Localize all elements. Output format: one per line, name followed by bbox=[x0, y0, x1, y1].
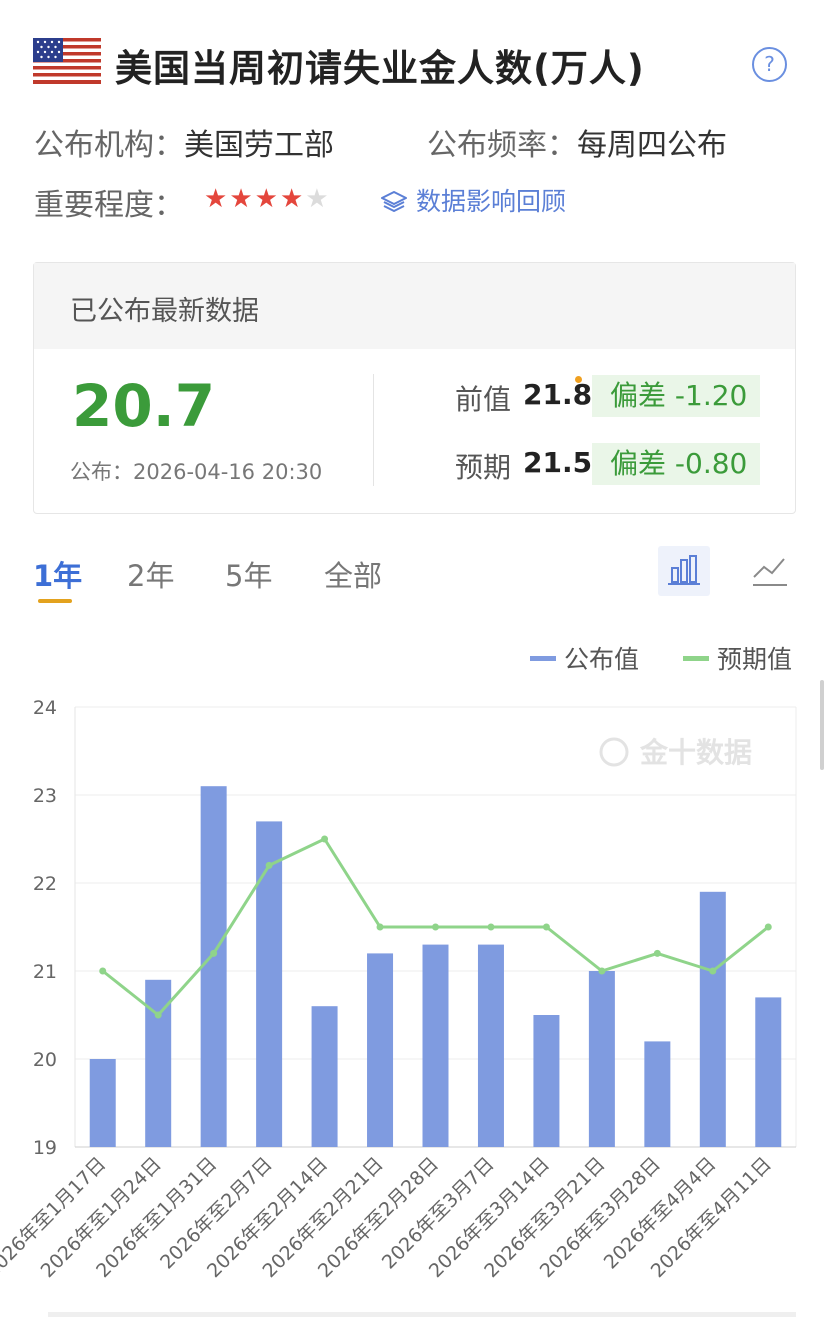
bar bbox=[477, 944, 504, 1147]
expected-point bbox=[487, 923, 495, 931]
tab-all[interactable]: 全部 bbox=[324, 553, 382, 595]
freq-label: 公布频率： bbox=[427, 128, 577, 163]
publish-time: 公布：2026-04-16 20:30 bbox=[70, 460, 323, 484]
legend-expected-swatch bbox=[683, 656, 709, 661]
expected-label: 预期 bbox=[455, 451, 512, 484]
expected-point bbox=[598, 967, 606, 975]
tab-2y[interactable]: 2年 bbox=[127, 553, 174, 595]
star-filled-icon: ★ bbox=[279, 184, 306, 214]
legend-expected-label: 预期值 bbox=[716, 645, 792, 674]
y-tick-label: 19 bbox=[33, 1137, 57, 1159]
bar bbox=[311, 1006, 338, 1147]
x-axis-ticks: 2026年至1月17日2026年至1月24日2026年至1月31日2026年至2… bbox=[0, 1153, 776, 1282]
revised-dot bbox=[575, 376, 582, 383]
expected-point bbox=[154, 1011, 162, 1019]
bar bbox=[533, 1015, 560, 1147]
expected-point bbox=[764, 923, 772, 931]
expected-point bbox=[210, 949, 218, 957]
line-chart-toggle-icon[interactable] bbox=[750, 551, 790, 591]
importance-label: 重要程度： bbox=[34, 188, 184, 223]
legend-actual-label: 公布值 bbox=[563, 645, 639, 674]
bar bbox=[367, 953, 394, 1147]
prev-value: 21.8 bbox=[523, 378, 593, 411]
data-review-link[interactable]: 数据影响回顾 bbox=[380, 182, 566, 218]
bar-chart-icon bbox=[668, 555, 700, 585]
expected-point bbox=[432, 923, 439, 931]
expected-point bbox=[709, 967, 717, 975]
watermark: 金十数据 bbox=[599, 736, 752, 769]
latest-data-heading: 已公布最新数据 bbox=[70, 296, 259, 327]
layers-icon bbox=[381, 191, 407, 212]
y-tick-label: 20 bbox=[33, 1049, 57, 1071]
prev-label: 前值 bbox=[455, 383, 512, 416]
bar-chart-toggle[interactable] bbox=[658, 546, 710, 596]
y-axis-ticks: 24 23 22 21 20 19 bbox=[33, 697, 57, 1159]
tab-5y[interactable]: 5年 bbox=[225, 553, 272, 595]
legend-actual-swatch bbox=[530, 656, 556, 661]
expected-point bbox=[653, 949, 661, 957]
importance-stars: ★★★★★ bbox=[204, 184, 331, 214]
bar bbox=[422, 944, 449, 1147]
latest-data-header: 已公布最新数据 bbox=[34, 263, 795, 349]
star-filled-icon: ★ bbox=[229, 184, 255, 214]
org-value: 美国劳工部 bbox=[184, 128, 334, 163]
expected-deviation-badge: 偏差 -0.80 bbox=[592, 443, 760, 485]
prev-deviation-badge: 偏差 -1.20 bbox=[592, 375, 760, 417]
data-review-label: 数据影响回顾 bbox=[415, 187, 566, 216]
active-tab-indicator bbox=[38, 599, 72, 603]
expected-point bbox=[265, 861, 273, 869]
y-tick-label: 22 bbox=[33, 873, 57, 895]
legend-actual: 公布值 bbox=[530, 640, 639, 676]
tab-1y[interactable]: 1年 bbox=[33, 553, 82, 595]
legend-expected: 预期值 bbox=[683, 640, 792, 676]
star-filled-icon: ★ bbox=[254, 184, 280, 214]
page-scrollbar[interactable] bbox=[820, 680, 824, 770]
bar bbox=[699, 891, 726, 1147]
bar bbox=[256, 821, 283, 1147]
org-label: 公布机构： bbox=[34, 128, 184, 163]
bar bbox=[89, 1059, 116, 1147]
expected-point bbox=[542, 923, 550, 931]
bar bbox=[200, 786, 227, 1147]
bar bbox=[755, 997, 782, 1147]
star-empty-icon: ★ bbox=[305, 184, 331, 214]
y-tick-label: 23 bbox=[33, 785, 57, 807]
freq-row: 公布频率：每周四公布 bbox=[427, 120, 727, 164]
bar bbox=[644, 1041, 671, 1147]
us-flag-icon bbox=[33, 38, 101, 84]
help-icon[interactable]: ? bbox=[752, 47, 787, 82]
expected-value: 21.5 bbox=[523, 446, 593, 479]
expected-point bbox=[376, 923, 384, 931]
card-divider bbox=[373, 374, 374, 486]
expected-point bbox=[321, 835, 329, 843]
org-row: 公布机构：美国劳工部 bbox=[34, 120, 334, 164]
watermark-text: 金十数据 bbox=[639, 736, 752, 769]
scrollbar-track[interactable] bbox=[48, 1312, 796, 1317]
bar-series bbox=[89, 786, 782, 1147]
bar bbox=[588, 971, 615, 1147]
star-filled-icon: ★ bbox=[204, 184, 230, 214]
claims-chart: 金十数据 24 23 22 21 20 19 2026年至1月17日2026年至1月24日… bbox=[0, 697, 797, 1282]
page-title: 美国当周初请失业金人数(万人) bbox=[115, 47, 645, 90]
latest-value: 20.7 bbox=[72, 372, 216, 440]
y-tick-label: 24 bbox=[33, 697, 57, 719]
freq-value: 每周四公布 bbox=[577, 128, 727, 163]
expected-point bbox=[99, 967, 107, 975]
y-tick-label: 21 bbox=[33, 961, 57, 983]
